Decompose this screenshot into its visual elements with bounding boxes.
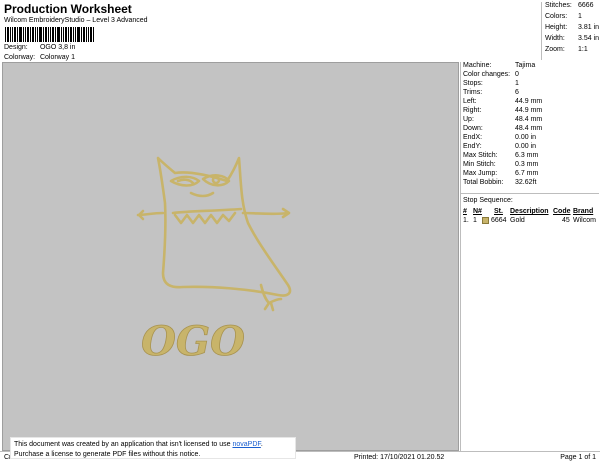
design-value: OGO 3,8 in — [39, 44, 76, 51]
info-value: 0.00 in — [515, 143, 537, 150]
info-value: 0 — [515, 71, 519, 78]
info-row: Color changes: 0 — [463, 71, 519, 78]
info-value: 48.4 mm — [515, 125, 543, 132]
stat-stitches: Stitches: 6666 — [545, 2, 594, 9]
info-value: 1 — [515, 80, 519, 87]
page-number: Page 1 of 1 — [560, 454, 596, 461]
design-preview-canvas: OGO — [2, 62, 459, 451]
col-header: # — [463, 208, 467, 215]
info-row: Min Stitch: 0.3 mm — [463, 161, 538, 168]
seq-stitches: 6664 — [491, 217, 507, 224]
notice-line-2: Purchase a license to generate PDF files… — [14, 451, 201, 458]
info-value: Tajima — [515, 62, 536, 69]
info-label: Color changes: — [463, 71, 511, 78]
info-label: EndX: — [463, 134, 483, 141]
notice-line-1: This document was created by an applicat… — [14, 440, 292, 450]
info-row: EndX: 0.00 in — [463, 134, 536, 141]
seq-n: 1 — [473, 217, 477, 224]
stop-sequence-title: Stop Sequence: — [463, 197, 513, 204]
stat-colors: Colors: 1 — [545, 13, 582, 20]
stat-value: 1:1 — [578, 46, 588, 53]
info-label: Down: — [463, 125, 483, 132]
info-value: 6.7 mm — [515, 170, 539, 177]
stat-value: 6666 — [578, 2, 594, 9]
info-label: Left: — [463, 98, 477, 105]
stat-height: Height: 3.81 in — [545, 24, 599, 31]
info-value: 44.9 mm — [515, 107, 543, 114]
info-value: 32.62ft — [515, 179, 537, 186]
info-label: EndY: — [463, 143, 482, 150]
info-value: 0.3 mm — [515, 161, 539, 168]
col-header: Description — [510, 208, 549, 215]
seq-num: 1. — [463, 217, 469, 224]
divider — [461, 193, 599, 194]
machine-info-panel: Machine: Tajima Color changes: 0 Stops: 1 T… — [460, 62, 599, 451]
info-value: 44.9 mm — [515, 98, 543, 105]
colorway-label: Colorway: — [4, 54, 36, 61]
seq-brand: Wilcom — [573, 217, 596, 224]
design-text: OGO — [141, 318, 245, 365]
colorway-value: Colorway 1 — [39, 54, 75, 61]
stat-value: 1 — [578, 13, 582, 20]
stat-zoom: Zoom: 1:1 — [545, 46, 588, 53]
info-row: Down: 48.4 mm — [463, 125, 542, 132]
info-label: Up: — [463, 116, 474, 123]
stat-label: Stitches: — [545, 2, 572, 9]
notice-text: This document was created by an applicat… — [14, 441, 233, 448]
novapdf-link[interactable]: novaPDF — [232, 441, 260, 448]
info-row: Right: 44.9 mm — [463, 107, 542, 114]
info-row: Max Jump: 6.7 mm — [463, 170, 538, 177]
info-value: 6.3 mm — [515, 152, 539, 159]
barcode — [5, 27, 94, 42]
colorway-row: Colorway: Colorway 1 — [4, 54, 75, 61]
stat-label: Colors: — [545, 13, 568, 20]
info-label: Trims: — [463, 89, 483, 96]
design-label: Design: — [4, 44, 28, 51]
info-label: Min Stitch: — [463, 161, 496, 168]
info-label: Max Stitch: — [463, 152, 498, 159]
info-row: Stops: 1 — [463, 80, 519, 87]
info-row: Trims: 6 — [463, 89, 519, 96]
thread-color-swatch — [482, 217, 489, 224]
info-value: 6 — [515, 89, 519, 96]
printed-timestamp: Printed: 17/10/2021 01.20.52 — [354, 454, 445, 461]
summary-stats: Stitches: 6666 Colors: 1 Height: 3.81 in Wi… — [541, 2, 599, 60]
notice-text: . — [260, 441, 263, 448]
info-value: 48.4 mm — [515, 116, 543, 123]
col-header: Brand — [573, 208, 594, 215]
info-row: EndY: 0.00 in — [463, 143, 536, 150]
info-row: Left: 44.9 mm — [463, 98, 542, 105]
info-row: Up: 48.4 mm — [463, 116, 542, 123]
info-label: Machine: — [463, 62, 492, 69]
col-header: St. — [494, 208, 503, 215]
info-row: Total Bobbin: 32.62ft — [463, 179, 536, 186]
info-row: Max Stitch: 6.3 mm — [463, 152, 538, 159]
info-label: Max Jump: — [463, 170, 498, 177]
info-label: Stops: — [463, 80, 483, 87]
seq-description: Gold — [510, 217, 525, 224]
stat-width: Width: 3.54 in — [545, 35, 599, 42]
software-subtitle: Wilcom EmbroideryStudio – Level 3 Advanc… — [4, 17, 148, 24]
stat-value: 3.81 in — [578, 24, 600, 31]
col-header: Code — [553, 208, 571, 215]
license-notice: This document was created by an applicat… — [10, 437, 296, 459]
info-label: Right: — [463, 107, 482, 114]
owl-embroidery-artwork: OGO — [136, 156, 292, 365]
info-label: Total Bobbin: — [463, 179, 504, 186]
design-row: Design: OGO 3,8 in — [4, 44, 75, 51]
worksheet-header: Production Worksheet Wilcom EmbroiderySt… — [0, 0, 540, 62]
info-value: 0.00 in — [515, 134, 537, 141]
stat-label: Width: — [545, 35, 565, 42]
col-header: N# — [473, 208, 482, 215]
stat-label: Zoom: — [545, 46, 565, 53]
stat-label: Height: — [545, 24, 568, 31]
seq-code: 45 — [562, 217, 570, 224]
info-row: Machine: Tajima — [463, 62, 535, 69]
page-title: Production Worksheet — [4, 2, 132, 16]
stat-value: 3.54 in — [578, 35, 600, 42]
